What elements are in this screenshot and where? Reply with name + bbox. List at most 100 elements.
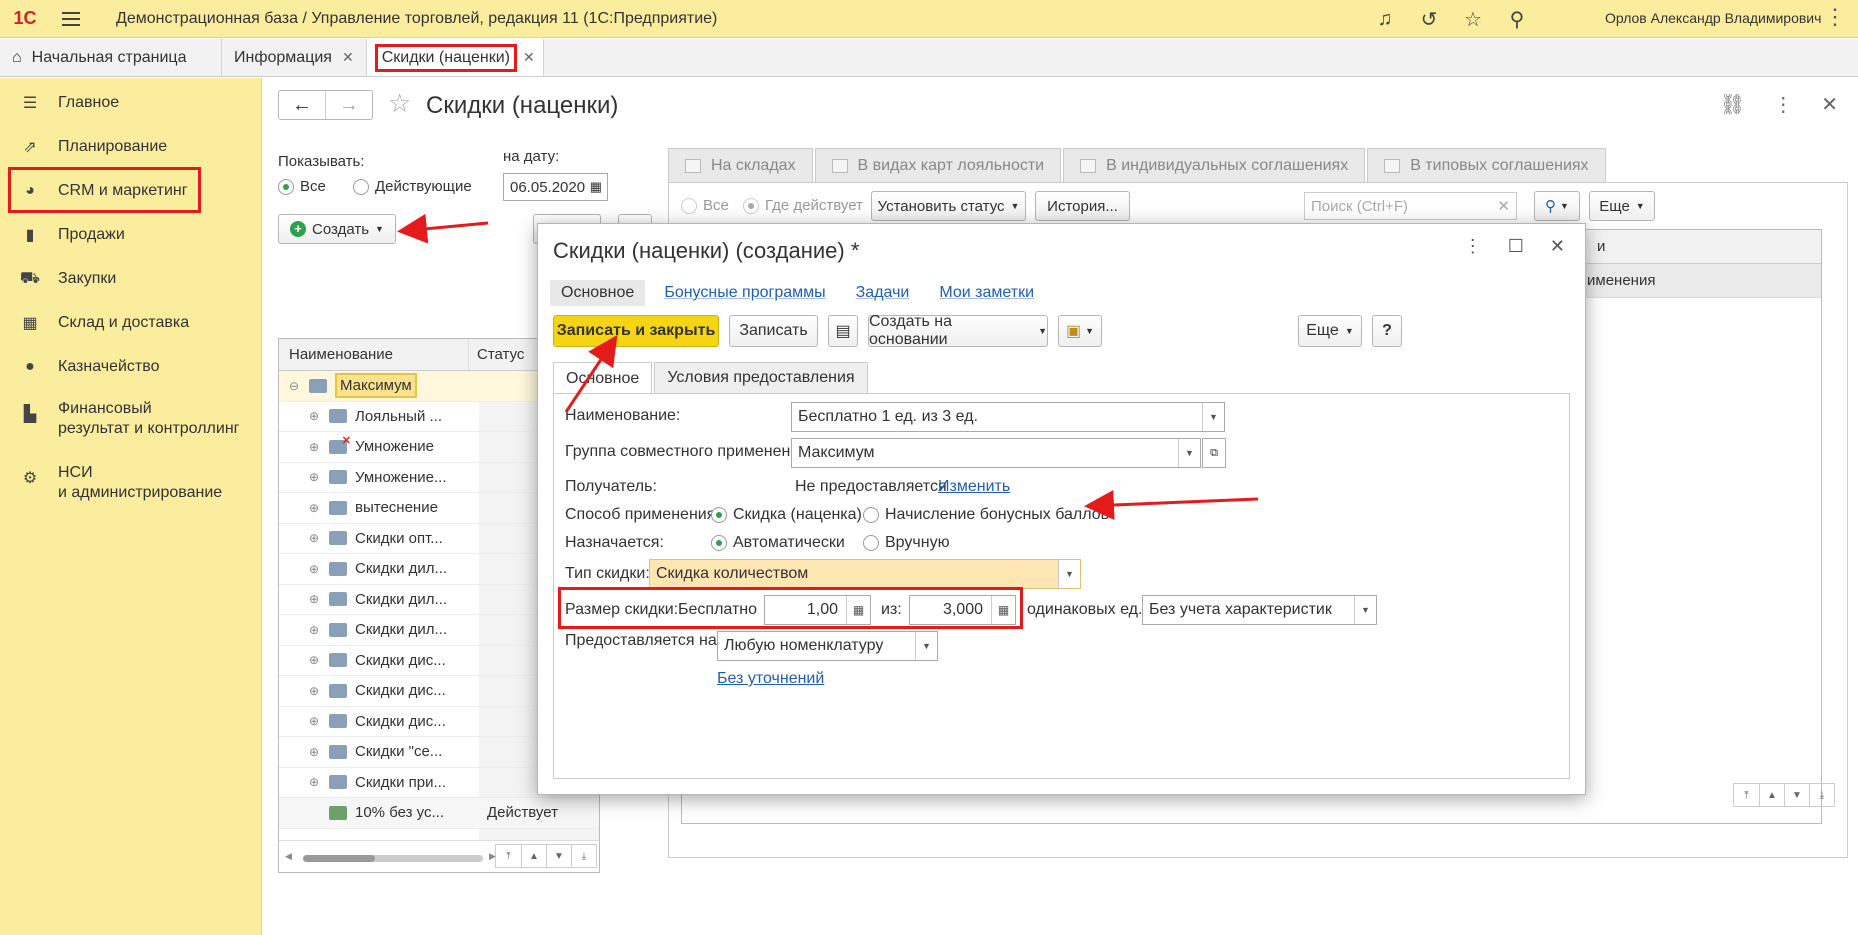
more-menu-icon[interactable]: ⋮ [1824,4,1846,30]
chevron-down-icon[interactable]: ▼ [915,632,937,660]
expand-icon[interactable]: ⊕ [307,592,321,606]
calculator-button[interactable]: ▤ [828,315,858,347]
sidebar-item-finance[interactable]: ▙ Финансовый результат и контроллинг [0,389,261,453]
calendar-icon[interactable]: ▦ [590,179,602,195]
calculator-icon[interactable]: ▦ [991,596,1015,624]
close-icon[interactable]: ✕ [1550,236,1565,257]
tab-warehouses[interactable]: На складах [668,148,813,182]
chevron-down-icon[interactable]: ▼ [1058,560,1080,588]
more-vert-icon[interactable]: ⋮ [1773,92,1793,117]
characteristics-field[interactable]: Без учета характеристик ▼ [1142,595,1377,625]
search-button[interactable]: ⚲ ▼ [1534,191,1580,221]
more-button[interactable]: Еще ▼ [1298,315,1362,347]
history-button[interactable]: История... [1035,191,1130,221]
back-arrow-icon[interactable]: ← [279,91,325,119]
free-qty-field[interactable]: 1,00 ▦ [764,595,871,625]
save-button[interactable]: Записать [729,315,818,347]
last-page-icon[interactable]: ⤓ [571,845,596,867]
save-and-close-button[interactable]: Записать и закрыть [553,315,719,347]
expand-icon[interactable]: ⊕ [307,775,321,789]
close-icon[interactable]: ✕ [523,49,535,66]
tab-my-notes[interactable]: Мои заметки [928,280,1045,306]
set-status-button[interactable]: Установить статус ▼ [871,191,1026,221]
expand-icon[interactable]: ⊕ [307,501,321,515]
expand-icon[interactable]: ⊕ [307,623,321,637]
group-field[interactable]: Максимум ▼ [791,438,1201,468]
sidebar-item-warehouse[interactable]: ▦ Склад и доставка [0,301,261,345]
bell-icon[interactable]: ♫ [1374,8,1396,31]
help-button[interactable]: ? [1372,315,1402,347]
tab-main[interactable]: Основное [550,280,646,306]
create-button[interactable]: + Создать ▼ [278,214,396,244]
print-button[interactable]: ▣ ▼ [1058,315,1102,347]
assigned-manual-radio[interactable]: Вручную [863,534,950,552]
user-name[interactable]: Орлов Александр Владимирович [1605,10,1821,26]
method-bonus-radio[interactable]: Начисление бонусных баллов [863,506,1109,524]
search-icon[interactable]: ⚲ [1506,7,1528,32]
sidebar-item-nsi[interactable]: ⚙ НСИ и администрирование [0,453,261,517]
total-qty-field[interactable]: 3,000 ▦ [909,595,1016,625]
link-icon[interactable]: ⛓ [1720,92,1745,117]
radio-where-active[interactable]: Где действует [743,197,863,215]
tab-individual-agreements[interactable]: В индивидуальных соглашениях [1063,148,1366,182]
calculator-icon[interactable]: ▦ [846,596,870,624]
chevron-down-icon[interactable]: ▼ [1354,596,1376,624]
clear-icon[interactable]: ✕ [1497,197,1510,215]
col-name[interactable]: Наименование [279,339,469,370]
chevron-down-icon[interactable]: ▼ [1178,439,1200,467]
prev-page-icon[interactable]: ▲ [1759,784,1784,806]
next-page-icon[interactable]: ▼ [1784,784,1809,806]
discount-type-field[interactable]: Скидка количеством ▼ [649,559,1081,589]
expand-icon[interactable]: ⊕ [307,470,321,484]
horizontal-scrollbar[interactable]: ◀ ▶ ⤒ ▲ ▼ ⤓ [279,840,599,872]
forward-arrow-icon[interactable]: → [325,91,372,119]
method-discount-radio[interactable]: Скидка (наценка) [711,506,862,524]
sidebar-item-main[interactable]: ☰ Главное [0,81,261,125]
scroll-left-icon[interactable]: ◀ [285,851,292,862]
create-based-on-button[interactable]: Создать на основании ▼ [868,313,1048,348]
list-item[interactable]: 10% без ус... Действует [279,798,599,829]
sidebar-item-crm[interactable]: ◕ CRM и маркетинг [0,167,261,213]
main-menu-icon[interactable] [62,11,92,26]
show-all-radio[interactable]: Все [278,178,326,196]
close-icon[interactable]: ✕ [342,49,354,66]
expand-icon[interactable]: ⊕ [307,409,321,423]
expand-icon[interactable]: ⊕ [307,684,321,698]
favorite-star-icon[interactable]: ☆ [388,88,411,119]
provided-field[interactable]: Любую номенклатуру ▼ [717,631,938,661]
search-input[interactable]: Поиск (Ctrl+F) ✕ [1304,192,1517,220]
collapse-icon[interactable]: ⊖ [287,379,301,393]
expand-icon[interactable]: ⊕ [307,745,321,759]
expand-icon[interactable]: ⊕ [307,440,321,454]
first-page-icon[interactable]: ⤒ [1734,784,1759,806]
change-recipient-link[interactable]: Изменить [938,478,1010,496]
inner-tab-conditions[interactable]: Условия предоставления [654,362,868,393]
more-vert-icon[interactable]: ⋮ [1464,236,1482,257]
maximize-icon[interactable]: ☐ [1508,236,1524,257]
sidebar-item-planning[interactable]: ⇗ Планирование [0,125,261,169]
no-clarifications-link[interactable]: Без уточнений [717,670,824,688]
more-button[interactable]: Еще ▼ [1589,191,1655,221]
prev-page-icon[interactable]: ▲ [521,845,546,867]
first-page-icon[interactable]: ⤒ [496,845,521,867]
tab-bonus-programs[interactable]: Бонусные программы [653,280,836,306]
close-icon[interactable]: ✕ [1821,92,1838,117]
tab-discounts[interactable]: Скидки (наценки) ✕ [366,39,544,76]
sidebar-item-treasury[interactable]: ● Казначейство [0,345,261,389]
star-icon[interactable]: ☆ [1462,7,1484,32]
chevron-down-icon[interactable]: ▼ [1202,403,1224,431]
last-page-icon[interactable]: ⤓ [1809,784,1834,806]
expand-icon[interactable]: ⊕ [307,531,321,545]
show-active-radio[interactable]: Действующие [353,178,472,196]
open-group-button[interactable]: ⧉ [1202,438,1226,468]
next-page-icon[interactable]: ▼ [546,845,571,867]
expand-icon[interactable]: ⊕ [307,562,321,576]
history-icon[interactable]: ↺ [1418,7,1440,32]
expand-icon[interactable]: ⊕ [307,714,321,728]
tab-loyalty-cards[interactable]: В видах карт лояльности [814,148,1062,182]
tab-info[interactable]: Информация ✕ [222,39,367,76]
inner-tab-main[interactable]: Основное [553,362,653,394]
name-field[interactable]: Бесплатно 1 ед. из 3 ед. ▼ [791,402,1225,432]
tab-standard-agreements[interactable]: В типовых соглашениях [1367,148,1606,182]
sidebar-item-sales[interactable]: ▮ Продажи [0,213,261,257]
